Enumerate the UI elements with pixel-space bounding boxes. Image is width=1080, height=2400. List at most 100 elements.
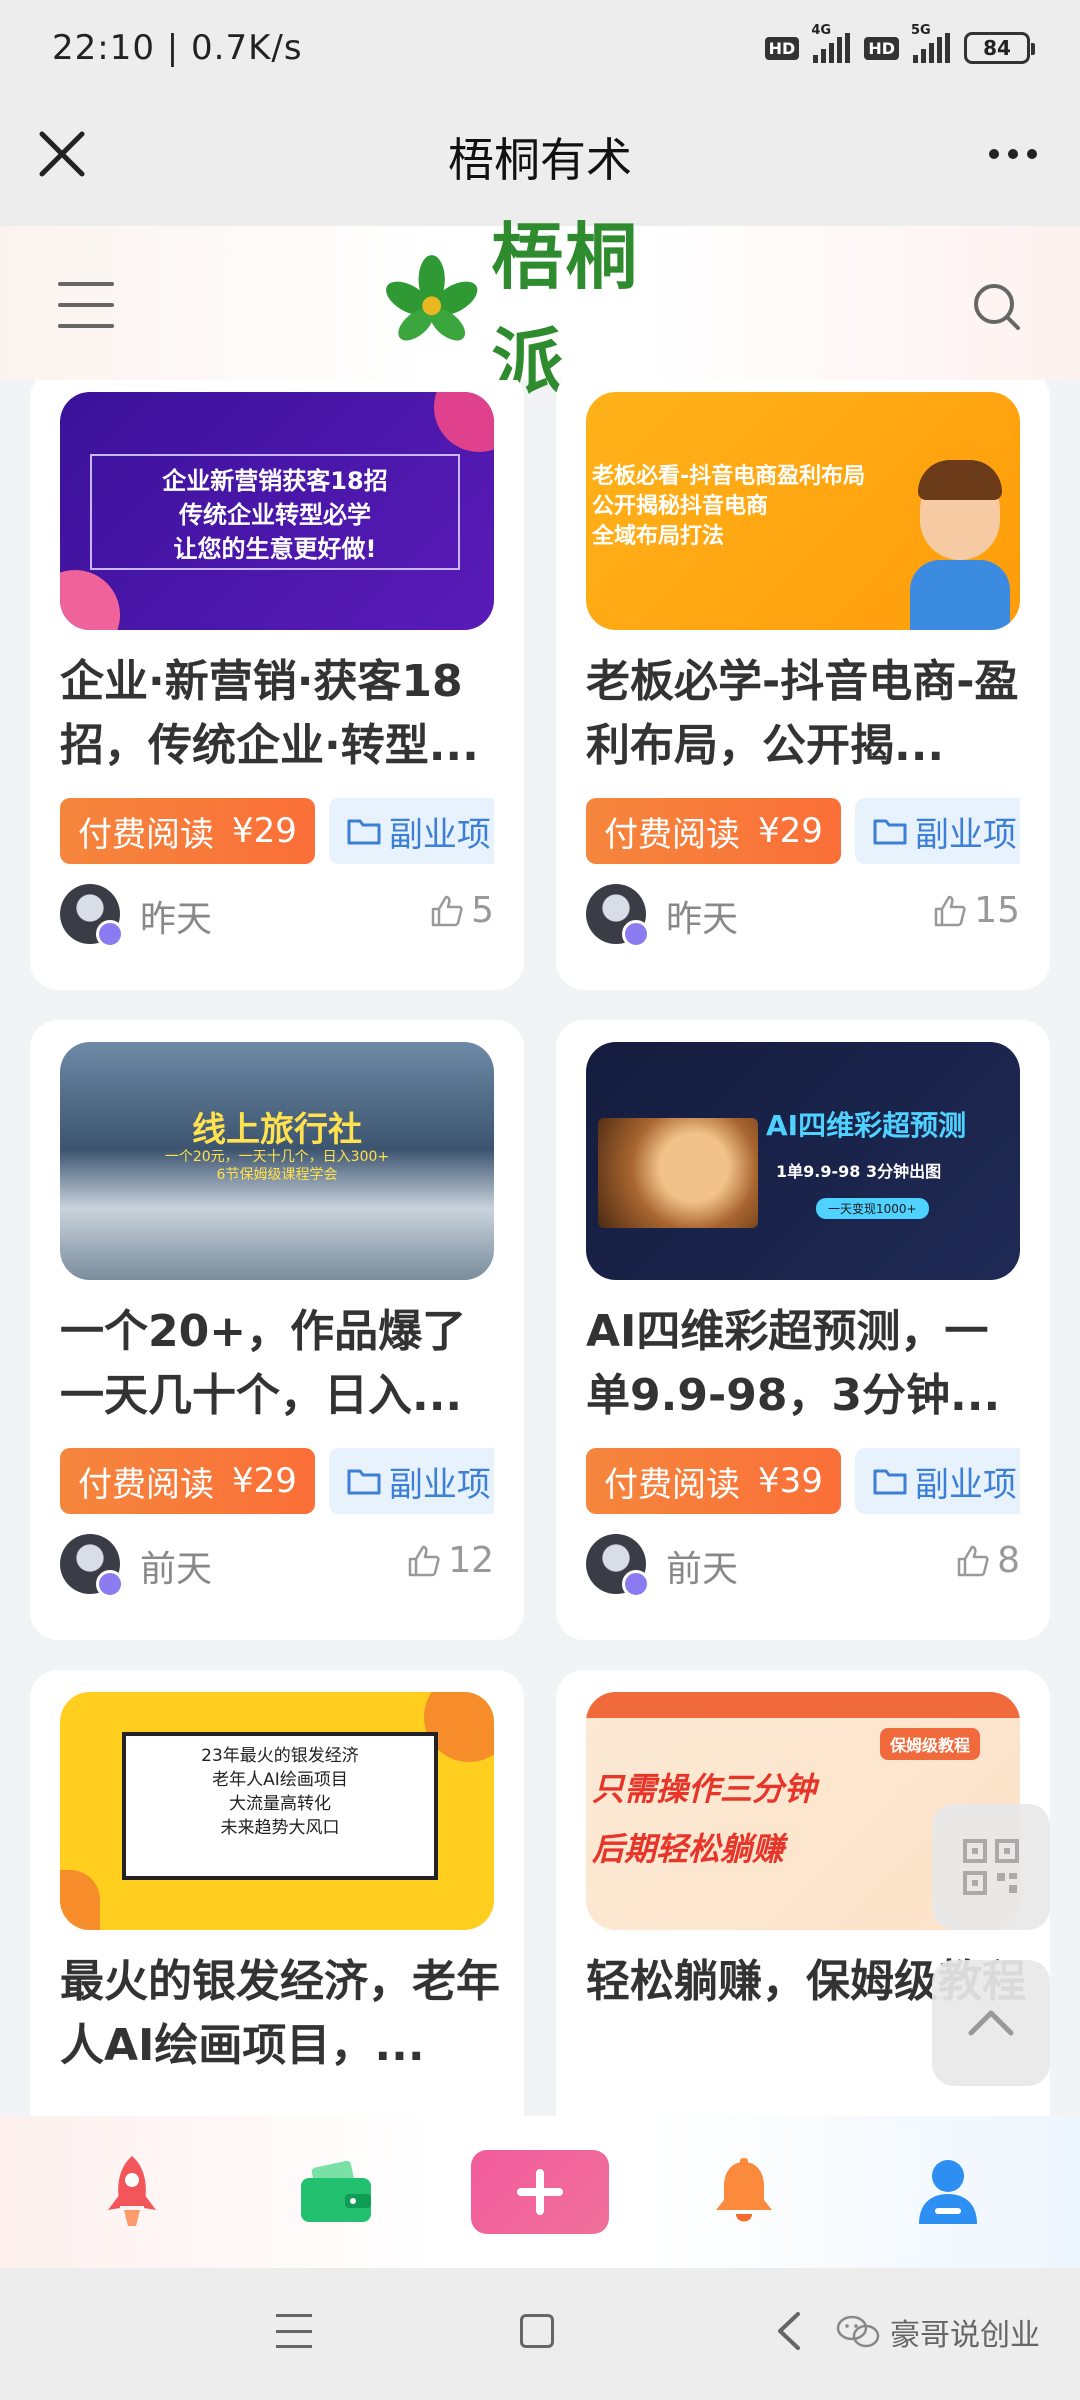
article-feed[interactable]: 企业新营销获客18招 传统企业转型必学 让您的生意更好做! 企业·新营销·获客1…: [0, 380, 1080, 2116]
article-meta: 前天 8: [586, 1534, 1020, 1598]
avatar[interactable]: [586, 1534, 650, 1598]
post-time: 前天: [666, 1549, 739, 1590]
avatar[interactable]: [60, 1534, 124, 1598]
article-thumbnail: 企业新营销获客18招 传统企业转型必学 让您的生意更好做!: [60, 392, 494, 630]
hd-badge: HD: [764, 36, 800, 60]
menu-icon[interactable]: [58, 282, 114, 328]
like-count[interactable]: 12: [406, 1540, 494, 1581]
watermark: 豪哥说创业: [836, 2310, 1040, 2354]
article-card[interactable]: 企业新营销获客18招 传统企业转型必学 让您的生意更好做! 企业·新营销·获客1…: [30, 380, 524, 990]
article-thumbnail: 23年最火的银发经济 老年人AI绘画项目 大流量高转化 未来趋势大风口: [60, 1692, 494, 1930]
article-title[interactable]: 一个20+，作品爆了一天几十个，日入...: [60, 1300, 500, 1428]
ultrasound-photo: [598, 1118, 758, 1228]
article-card[interactable]: 线上旅行社 一个20元，一天十几个，日入300+ 6节保姆级课程学会 一个20+…: [30, 1020, 524, 1640]
bell-icon: [716, 2158, 772, 2222]
thumb-text: 大流量高转化: [229, 1794, 331, 1814]
article-tags: 付费阅读 ¥29 副业项: [60, 798, 494, 864]
category-tag[interactable]: 副业项: [854, 798, 1020, 864]
like-count[interactable]: 5: [429, 890, 494, 931]
hd-badge: HD: [864, 36, 899, 60]
article-meta: 前天 12: [60, 1534, 494, 1598]
paid-label: 付费阅读: [604, 814, 740, 855]
app-header: 梧桐派: [0, 214, 1080, 404]
article-thumbnail: 线上旅行社 一个20元，一天十几个，日入300+ 6节保姆级课程学会: [60, 1042, 494, 1280]
price: ¥39: [758, 1461, 823, 1501]
thumb-text: 未来趋势大风口: [220, 1818, 340, 1838]
category-label: 副业项: [388, 1464, 491, 1505]
logo-text: 梧桐派: [491, 214, 640, 404]
status-bar: 22:10 | 0.7K/s HD 4G HD 5G 84: [0, 0, 1080, 96]
user-icon: [919, 2160, 977, 2224]
thumb-text: 线上旅行社: [192, 1110, 362, 1150]
vip-badge-icon: [622, 1570, 650, 1598]
signal-icon: 4G: [811, 23, 851, 63]
back-to-top-button[interactable]: [932, 1960, 1050, 2086]
thumb-text: 企业新营销获客18招: [162, 467, 388, 495]
home-icon[interactable]: [520, 2314, 554, 2348]
status-icons: HD 4G HD 5G 84: [764, 23, 1035, 64]
folder-icon: [873, 1469, 907, 1495]
back-icon[interactable]: [770, 2308, 810, 2354]
article-title[interactable]: AI四维彩超预测，一单9.9-98，3分钟...: [586, 1300, 1026, 1428]
recent-apps-icon[interactable]: [276, 2314, 312, 2348]
tab-notifications[interactable]: [669, 2137, 819, 2247]
tab-home[interactable]: [57, 2137, 207, 2247]
more-icon[interactable]: [978, 124, 1048, 184]
post-time: 昨天: [666, 899, 739, 940]
article-tags: 付费阅读 ¥39 副业项: [586, 1448, 1020, 1514]
thumb-text: 公开揭秘抖音电商: [592, 494, 769, 519]
price: ¥29: [758, 811, 823, 851]
avatar[interactable]: [60, 884, 124, 948]
article-title[interactable]: 老板必学-抖音电商-盈利布局，公开揭...: [586, 650, 1026, 778]
category-tag[interactable]: 副业项: [328, 1448, 494, 1514]
article-title[interactable]: 企业·新营销·获客18招，传统企业·转型...: [60, 650, 500, 778]
tab-publish[interactable]: [465, 2137, 615, 2247]
battery-icon: 84: [964, 32, 1035, 64]
folder-icon: [873, 819, 907, 845]
thumb-text: 1单9.9-98 3分钟出图: [776, 1162, 942, 1181]
wechat-icon: [836, 2315, 880, 2348]
like-count[interactable]: 15: [932, 890, 1020, 931]
article-card[interactable]: 老板必看-抖音电商盈利布局 公开揭秘抖音电商 全域布局打法 老板必学-抖音电商-…: [556, 380, 1050, 990]
network-type-label: 4G: [811, 23, 832, 38]
system-nav-bar: 豪哥说创业: [0, 2268, 1080, 2400]
publish-button[interactable]: [471, 2150, 609, 2234]
article-tags: 付费阅读 ¥29 副业项: [586, 798, 1020, 864]
page-title: 梧桐有术: [448, 133, 632, 187]
like-count-value: 15: [974, 890, 1020, 931]
category-label: 副业项: [914, 1464, 1017, 1505]
thumb-text: AI四维彩超预测: [766, 1109, 967, 1142]
tab-wallet[interactable]: [261, 2137, 411, 2247]
thumbs-up-icon: [934, 895, 966, 926]
thumbs-up-icon: [408, 1545, 440, 1576]
thumbs-up-icon: [957, 1545, 989, 1576]
category-tag[interactable]: 副业项: [854, 1448, 1020, 1514]
paid-tag: 付费阅读 ¥29: [586, 798, 841, 864]
tab-profile[interactable]: [873, 2137, 1023, 2247]
search-icon[interactable]: [970, 280, 1022, 332]
paid-tag: 付费阅读 ¥39: [586, 1448, 841, 1514]
article-meta: 昨天 5: [60, 884, 494, 948]
category-label: 副业项: [388, 814, 491, 855]
article-card[interactable]: 23年最火的银发经济 老年人AI绘画项目 大流量高转化 未来趋势大风口 最火的银…: [30, 1670, 524, 2116]
status-time-speed: 22:10 | 0.7K/s: [52, 28, 303, 68]
article-tags: 付费阅读 ¥29 副业项: [60, 1448, 494, 1514]
category-label: 副业项: [914, 814, 1017, 855]
thumb-text: 一天变现1000+: [816, 1198, 929, 1219]
paid-tag: 付费阅读 ¥29: [60, 798, 315, 864]
vip-badge-icon: [622, 920, 650, 948]
vip-badge-icon: [96, 1570, 124, 1598]
category-tag[interactable]: 副业项: [328, 798, 494, 864]
article-title[interactable]: 最火的银发经济，老年人AI绘画项目，...: [60, 1950, 500, 2078]
thumb-text: 只需操作三分钟: [592, 1770, 817, 1808]
article-card[interactable]: AI四维彩超预测 1单9.9-98 3分钟出图 一天变现1000+ AI四维彩超…: [556, 1020, 1050, 1640]
thumbs-up-icon: [431, 895, 463, 926]
folder-icon: [347, 819, 381, 845]
thumb-text: 6节保姆级课程学会: [216, 1167, 338, 1183]
post-time: 昨天: [140, 899, 213, 940]
like-count[interactable]: 8: [955, 1540, 1020, 1581]
avatar[interactable]: [586, 884, 650, 948]
qr-code-button[interactable]: [932, 1804, 1050, 1930]
price: ¥29: [232, 811, 297, 851]
price: ¥29: [232, 1461, 297, 1501]
